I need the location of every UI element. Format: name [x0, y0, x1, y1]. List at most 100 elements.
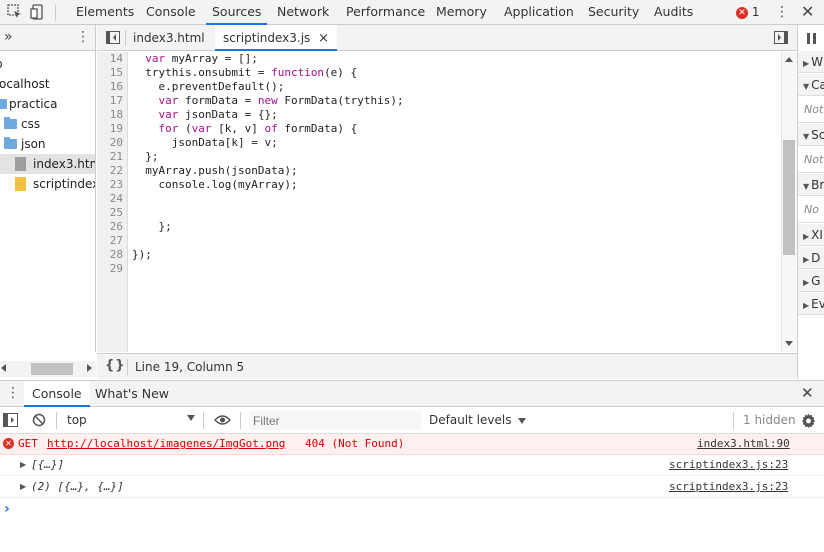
- code-line[interactable]: e.preventDefault();: [132, 80, 284, 94]
- tree-item-index3-html[interactable]: index3.html: [0, 154, 95, 174]
- line-number[interactable]: 20: [95, 136, 123, 150]
- line-number[interactable]: 22: [95, 164, 123, 178]
- section-global-listeners[interactable]: ▶ G: [798, 270, 824, 292]
- filter-input[interactable]: [249, 411, 421, 430]
- console-sidebar-toggle-icon[interactable]: [3, 413, 18, 427]
- line-number[interactable]: 15: [95, 66, 123, 80]
- close-drawer-icon[interactable]: ✕: [801, 385, 814, 401]
- navigator-horizontal-scrollbar[interactable]: [0, 361, 96, 377]
- line-number[interactable]: 28: [95, 248, 123, 262]
- console-prompt[interactable]: ›: [0, 500, 824, 520]
- drawer-tab-console[interactable]: Console: [24, 381, 90, 407]
- drawer-menu-icon[interactable]: ⋮: [6, 386, 20, 400]
- source-link[interactable]: scriptindex3.js:23: [669, 455, 788, 475]
- code-editor[interactable]: var myArray = []; trythis.onsubmit = fun…: [129, 52, 781, 352]
- scroll-down-icon[interactable]: [785, 341, 793, 346]
- console-settings-gear-icon[interactable]: [801, 413, 816, 428]
- section-call-stack[interactable]: ▼Ca: [798, 74, 824, 96]
- context-selector[interactable]: top: [64, 407, 200, 433]
- line-number[interactable]: 24: [95, 192, 123, 206]
- editor-tab-scriptindex3-js[interactable]: scriptindex3.js ×: [215, 25, 338, 51]
- more-tabs-icon[interactable]: »: [4, 29, 13, 45]
- scope-empty-text: Not: [798, 147, 824, 173]
- line-number[interactable]: 19: [95, 122, 123, 136]
- code-line[interactable]: console.log(myArray);: [132, 178, 297, 192]
- tree-item-css[interactable]: css: [0, 114, 95, 134]
- code-line[interactable]: });: [132, 248, 152, 262]
- device-toolbar-icon[interactable]: [30, 4, 46, 20]
- live-expression-eye-icon[interactable]: [214, 414, 231, 426]
- toolbar-divider: [733, 412, 734, 429]
- tab-application[interactable]: Application: [504, 0, 574, 25]
- section-xhr-breakpoints[interactable]: ▶ XI: [798, 224, 824, 246]
- code-line[interactable]: };: [132, 150, 158, 164]
- tree-item-json[interactable]: json: [0, 134, 95, 154]
- error-url-link[interactable]: http://localhost/imagenes/ImgGot.png: [47, 434, 285, 454]
- tab-performance[interactable]: Performance: [346, 0, 425, 25]
- tab-security[interactable]: Security: [588, 0, 639, 25]
- log-levels-dropdown[interactable]: Default levels: [429, 413, 527, 427]
- line-number[interactable]: 18: [95, 108, 123, 122]
- toggle-debugger-icon[interactable]: [774, 31, 788, 44]
- expand-arrow-icon[interactable]: ▶: [20, 477, 26, 497]
- expand-arrow-icon[interactable]: ▶: [20, 455, 26, 475]
- line-number[interactable]: 23: [95, 178, 123, 192]
- line-number[interactable]: 14: [95, 52, 123, 66]
- console-log-message[interactable]: ▶ (2) [{…}, {…}] scriptindex3.js:23: [0, 477, 824, 498]
- line-number[interactable]: 27: [95, 234, 123, 248]
- error-count-badge[interactable]: ✕ 1: [736, 5, 759, 20]
- section-scope[interactable]: ▼ Sc: [798, 124, 824, 146]
- tab-memory[interactable]: Memory: [436, 0, 487, 25]
- tab-sources[interactable]: Sources: [206, 0, 268, 25]
- line-number[interactable]: 17: [95, 94, 123, 108]
- tree-item-practica[interactable]: practica: [0, 94, 95, 114]
- scrollbar-thumb[interactable]: [783, 140, 795, 255]
- clear-console-icon[interactable]: [32, 413, 46, 427]
- section-dom-breakpoints[interactable]: ▶ D: [798, 247, 824, 269]
- editor-tab-index3-html[interactable]: index3.html: [133, 25, 205, 51]
- tab-audits[interactable]: Audits: [654, 0, 693, 25]
- tree-item-top[interactable]: p: [0, 54, 3, 74]
- scrollbar-thumb[interactable]: [31, 363, 73, 375]
- code-line[interactable]: myArray.push(jsonData);: [132, 164, 297, 178]
- line-number[interactable]: 16: [95, 80, 123, 94]
- code-keyword: function: [271, 66, 325, 79]
- tab-network[interactable]: Network: [277, 0, 329, 25]
- console-log-message[interactable]: ▶ [{…}] scriptindex3.js:23: [0, 455, 824, 476]
- code-line[interactable]: var formData = new FormData(trythis);: [132, 94, 404, 108]
- pretty-print-button[interactable]: {}: [105, 358, 126, 373]
- code-line[interactable]: trythis.onsubmit = function(e) {: [132, 66, 357, 80]
- source-link[interactable]: index3.html:90: [697, 434, 790, 454]
- tree-item-localhost[interactable]: ocalhost: [0, 74, 50, 94]
- drawer-tab-whats-new[interactable]: What's New: [95, 381, 169, 407]
- code-line[interactable]: for (var [k, v] of formData) {: [132, 122, 358, 136]
- tab-elements[interactable]: Elements: [76, 0, 134, 25]
- scroll-up-icon[interactable]: [785, 57, 793, 62]
- close-tab-icon[interactable]: ×: [318, 31, 329, 46]
- line-number[interactable]: 26: [95, 220, 123, 234]
- scroll-right-icon[interactable]: [87, 364, 92, 372]
- tab-console[interactable]: Console: [146, 0, 196, 25]
- code-line[interactable]: var jsonData = {};: [132, 108, 278, 122]
- inspect-element-icon[interactable]: [7, 4, 23, 20]
- more-options-icon[interactable]: ⋮: [775, 5, 789, 19]
- pause-button[interactable]: [807, 33, 817, 44]
- section-event-listeners[interactable]: ▶Ev: [798, 293, 824, 315]
- scroll-left-icon[interactable]: [1, 364, 6, 372]
- line-number[interactable]: 21: [95, 150, 123, 164]
- line-number[interactable]: 25: [95, 206, 123, 220]
- code-line[interactable]: var myArray = [];: [132, 52, 258, 66]
- close-devtools-icon[interactable]: ✕: [801, 3, 814, 21]
- source-link[interactable]: scriptindex3.js:23: [669, 477, 788, 497]
- console-error-message[interactable]: ✕ GET http://localhost/imagenes/ImgGot.p…: [0, 434, 824, 455]
- navigator-menu-icon[interactable]: ⋮: [76, 30, 90, 44]
- code-line[interactable]: jsonData[k] = v;: [132, 136, 278, 150]
- tree-item-scriptindex3-js[interactable]: scriptindex3: [0, 174, 95, 194]
- code-line[interactable]: };: [132, 220, 171, 234]
- log-object-preview[interactable]: [{…}]: [31, 455, 64, 475]
- section-watch[interactable]: ▶ W: [798, 51, 824, 73]
- toggle-navigator-icon[interactable]: [106, 31, 120, 44]
- line-number[interactable]: 29: [95, 262, 123, 276]
- section-breakpoints[interactable]: ▼ Br: [798, 174, 824, 196]
- log-object-preview[interactable]: (2) [{…}, {…}]: [31, 477, 124, 497]
